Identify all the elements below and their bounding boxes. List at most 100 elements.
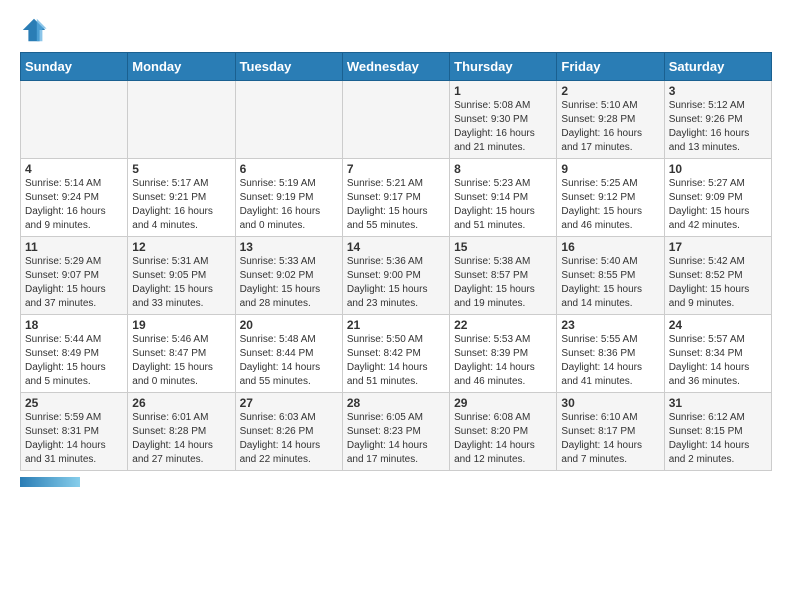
day-number: 6 <box>240 162 338 176</box>
day-info: Sunrise: 5:23 AM Sunset: 9:14 PM Dayligh… <box>454 177 552 233</box>
day-number: 24 <box>669 318 767 332</box>
day-number: 26 <box>132 396 230 410</box>
day-cell: 18Sunrise: 5:44 AM Sunset: 8:49 PM Dayli… <box>21 315 128 393</box>
day-number: 8 <box>454 162 552 176</box>
day-cell: 6Sunrise: 5:19 AM Sunset: 9:19 PM Daylig… <box>235 159 342 237</box>
day-info: Sunrise: 5:59 AM Sunset: 8:31 PM Dayligh… <box>25 411 123 467</box>
day-number: 15 <box>454 240 552 254</box>
day-cell: 15Sunrise: 5:38 AM Sunset: 8:57 PM Dayli… <box>450 237 557 315</box>
col-header-saturday: Saturday <box>664 53 771 81</box>
day-cell: 4Sunrise: 5:14 AM Sunset: 9:24 PM Daylig… <box>21 159 128 237</box>
day-info: Sunrise: 5:19 AM Sunset: 9:19 PM Dayligh… <box>240 177 338 233</box>
day-cell: 9Sunrise: 5:25 AM Sunset: 9:12 PM Daylig… <box>557 159 664 237</box>
week-row-2: 4Sunrise: 5:14 AM Sunset: 9:24 PM Daylig… <box>21 159 772 237</box>
day-cell <box>128 81 235 159</box>
footer <box>20 477 772 487</box>
day-cell: 7Sunrise: 5:21 AM Sunset: 9:17 PM Daylig… <box>342 159 449 237</box>
day-number: 10 <box>669 162 767 176</box>
day-info: Sunrise: 5:55 AM Sunset: 8:36 PM Dayligh… <box>561 333 659 389</box>
day-info: Sunrise: 5:40 AM Sunset: 8:55 PM Dayligh… <box>561 255 659 311</box>
day-cell: 22Sunrise: 5:53 AM Sunset: 8:39 PM Dayli… <box>450 315 557 393</box>
day-number: 17 <box>669 240 767 254</box>
col-header-thursday: Thursday <box>450 53 557 81</box>
day-info: Sunrise: 5:10 AM Sunset: 9:28 PM Dayligh… <box>561 99 659 155</box>
page: SundayMondayTuesdayWednesdayThursdayFrid… <box>0 0 792 497</box>
day-number: 23 <box>561 318 659 332</box>
week-row-3: 11Sunrise: 5:29 AM Sunset: 9:07 PM Dayli… <box>21 237 772 315</box>
day-number: 11 <box>25 240 123 254</box>
day-cell: 28Sunrise: 6:05 AM Sunset: 8:23 PM Dayli… <box>342 393 449 471</box>
day-info: Sunrise: 6:12 AM Sunset: 8:15 PM Dayligh… <box>669 411 767 467</box>
day-number: 18 <box>25 318 123 332</box>
day-info: Sunrise: 6:01 AM Sunset: 8:28 PM Dayligh… <box>132 411 230 467</box>
day-number: 31 <box>669 396 767 410</box>
day-number: 22 <box>454 318 552 332</box>
day-number: 9 <box>561 162 659 176</box>
day-info: Sunrise: 5:31 AM Sunset: 9:05 PM Dayligh… <box>132 255 230 311</box>
day-cell: 25Sunrise: 5:59 AM Sunset: 8:31 PM Dayli… <box>21 393 128 471</box>
daylight-bar <box>20 477 80 487</box>
day-cell: 31Sunrise: 6:12 AM Sunset: 8:15 PM Dayli… <box>664 393 771 471</box>
day-info: Sunrise: 5:14 AM Sunset: 9:24 PM Dayligh… <box>25 177 123 233</box>
week-row-5: 25Sunrise: 5:59 AM Sunset: 8:31 PM Dayli… <box>21 393 772 471</box>
day-info: Sunrise: 5:57 AM Sunset: 8:34 PM Dayligh… <box>669 333 767 389</box>
day-cell: 10Sunrise: 5:27 AM Sunset: 9:09 PM Dayli… <box>664 159 771 237</box>
col-header-sunday: Sunday <box>21 53 128 81</box>
day-cell: 14Sunrise: 5:36 AM Sunset: 9:00 PM Dayli… <box>342 237 449 315</box>
day-number: 5 <box>132 162 230 176</box>
logo <box>20 16 52 44</box>
day-cell <box>235 81 342 159</box>
day-info: Sunrise: 6:08 AM Sunset: 8:20 PM Dayligh… <box>454 411 552 467</box>
day-number: 12 <box>132 240 230 254</box>
day-info: Sunrise: 5:50 AM Sunset: 8:42 PM Dayligh… <box>347 333 445 389</box>
day-cell: 27Sunrise: 6:03 AM Sunset: 8:26 PM Dayli… <box>235 393 342 471</box>
day-number: 20 <box>240 318 338 332</box>
day-number: 13 <box>240 240 338 254</box>
day-number: 25 <box>25 396 123 410</box>
header-row: SundayMondayTuesdayWednesdayThursdayFrid… <box>21 53 772 81</box>
week-row-4: 18Sunrise: 5:44 AM Sunset: 8:49 PM Dayli… <box>21 315 772 393</box>
day-info: Sunrise: 5:36 AM Sunset: 9:00 PM Dayligh… <box>347 255 445 311</box>
day-cell: 13Sunrise: 5:33 AM Sunset: 9:02 PM Dayli… <box>235 237 342 315</box>
day-number: 2 <box>561 84 659 98</box>
day-info: Sunrise: 5:48 AM Sunset: 8:44 PM Dayligh… <box>240 333 338 389</box>
header <box>20 16 772 44</box>
day-info: Sunrise: 5:33 AM Sunset: 9:02 PM Dayligh… <box>240 255 338 311</box>
day-cell: 20Sunrise: 5:48 AM Sunset: 8:44 PM Dayli… <box>235 315 342 393</box>
day-number: 29 <box>454 396 552 410</box>
calendar-table: SundayMondayTuesdayWednesdayThursdayFrid… <box>20 52 772 471</box>
day-cell <box>342 81 449 159</box>
day-number: 30 <box>561 396 659 410</box>
day-number: 27 <box>240 396 338 410</box>
day-number: 19 <box>132 318 230 332</box>
day-cell: 29Sunrise: 6:08 AM Sunset: 8:20 PM Dayli… <box>450 393 557 471</box>
day-cell: 26Sunrise: 6:01 AM Sunset: 8:28 PM Dayli… <box>128 393 235 471</box>
day-cell: 8Sunrise: 5:23 AM Sunset: 9:14 PM Daylig… <box>450 159 557 237</box>
day-cell <box>21 81 128 159</box>
day-info: Sunrise: 5:17 AM Sunset: 9:21 PM Dayligh… <box>132 177 230 233</box>
day-number: 1 <box>454 84 552 98</box>
day-cell: 17Sunrise: 5:42 AM Sunset: 8:52 PM Dayli… <box>664 237 771 315</box>
day-cell: 30Sunrise: 6:10 AM Sunset: 8:17 PM Dayli… <box>557 393 664 471</box>
week-row-1: 1Sunrise: 5:08 AM Sunset: 9:30 PM Daylig… <box>21 81 772 159</box>
day-info: Sunrise: 5:27 AM Sunset: 9:09 PM Dayligh… <box>669 177 767 233</box>
day-info: Sunrise: 5:53 AM Sunset: 8:39 PM Dayligh… <box>454 333 552 389</box>
day-cell: 5Sunrise: 5:17 AM Sunset: 9:21 PM Daylig… <box>128 159 235 237</box>
day-cell: 19Sunrise: 5:46 AM Sunset: 8:47 PM Dayli… <box>128 315 235 393</box>
day-number: 7 <box>347 162 445 176</box>
day-number: 4 <box>25 162 123 176</box>
day-info: Sunrise: 5:12 AM Sunset: 9:26 PM Dayligh… <box>669 99 767 155</box>
day-info: Sunrise: 5:46 AM Sunset: 8:47 PM Dayligh… <box>132 333 230 389</box>
day-info: Sunrise: 6:10 AM Sunset: 8:17 PM Dayligh… <box>561 411 659 467</box>
col-header-tuesday: Tuesday <box>235 53 342 81</box>
day-info: Sunrise: 5:38 AM Sunset: 8:57 PM Dayligh… <box>454 255 552 311</box>
day-info: Sunrise: 5:08 AM Sunset: 9:30 PM Dayligh… <box>454 99 552 155</box>
day-info: Sunrise: 5:42 AM Sunset: 8:52 PM Dayligh… <box>669 255 767 311</box>
day-number: 14 <box>347 240 445 254</box>
day-cell: 21Sunrise: 5:50 AM Sunset: 8:42 PM Dayli… <box>342 315 449 393</box>
day-info: Sunrise: 5:21 AM Sunset: 9:17 PM Dayligh… <box>347 177 445 233</box>
day-cell: 2Sunrise: 5:10 AM Sunset: 9:28 PM Daylig… <box>557 81 664 159</box>
day-number: 16 <box>561 240 659 254</box>
day-cell: 1Sunrise: 5:08 AM Sunset: 9:30 PM Daylig… <box>450 81 557 159</box>
col-header-friday: Friday <box>557 53 664 81</box>
